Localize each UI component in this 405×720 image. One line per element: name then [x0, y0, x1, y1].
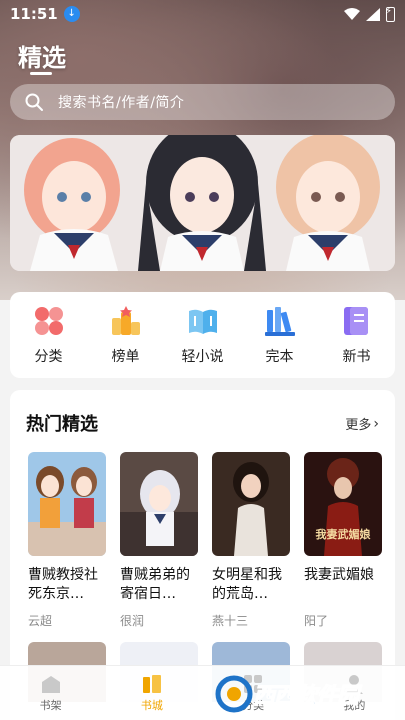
book-cover[interactable]: [28, 452, 106, 556]
book-author: 云超: [28, 614, 53, 628]
book-title: 曹贼弟弟的寄宿日…: [120, 567, 190, 602]
book-item[interactable]: 曹贼弟弟的寄宿日… 很润: [120, 452, 198, 629]
wifi-icon: [344, 8, 360, 20]
more-label: 更多: [345, 418, 372, 433]
book-author: 阳了: [304, 614, 329, 628]
open-book-icon: [188, 309, 217, 334]
book-item[interactable]: 女明星和我的荒岛… 燕十三: [212, 452, 290, 629]
page-title[interactable]: 精选: [18, 38, 66, 73]
tab-label: 书架: [39, 699, 62, 712]
banner-illustration: [10, 135, 395, 271]
more-link[interactable]: 更多 ›: [345, 414, 379, 434]
search-placeholder: 搜索书名/作者/简介: [58, 95, 185, 111]
category-item-completed[interactable]: 完本: [245, 304, 315, 366]
category-item-classify[interactable]: 分类: [14, 304, 84, 366]
book-cover[interactable]: 我妻武媚娘: [304, 452, 382, 556]
book-cover[interactable]: [120, 452, 198, 556]
search-icon: [25, 93, 43, 111]
search-input[interactable]: 搜索书名/作者/简介: [10, 84, 395, 120]
ranking-icon: [111, 306, 140, 335]
book-item[interactable]: 我妻武媚娘 我妻武媚娘 阳了: [304, 452, 382, 629]
books-icon: [264, 307, 295, 336]
tab-bookshelf[interactable]: 书架: [21, 673, 81, 713]
download-icon: ↓: [63, 6, 80, 22]
status-icons: [344, 6, 395, 22]
book-cover[interactable]: [212, 452, 290, 556]
chevron-right-icon: ›: [373, 415, 379, 432]
signal-icon: [366, 7, 380, 21]
book-title: 我妻武媚娘: [304, 567, 374, 583]
book-author: 燕十三: [212, 614, 249, 628]
tab-label: 书城: [140, 699, 163, 712]
category-label: 轻小说: [181, 349, 224, 365]
category-item-new[interactable]: 新书: [322, 304, 392, 366]
status-time: 11:51: [10, 5, 58, 23]
category-label: 新书: [342, 349, 371, 365]
title-underline: [30, 72, 52, 75]
watermark-logo-icon: [215, 675, 253, 713]
book-author: 很润: [120, 614, 145, 628]
category-item-ranking[interactable]: 榜单: [91, 304, 161, 366]
watermark-text: 西西软件园: [252, 684, 359, 710]
battery-icon: [385, 6, 395, 22]
bookstore-icon: [142, 675, 161, 693]
book-grid: 曹贼教授社死东京… 云超 曹贼弟弟的寄宿日… 很润 女明星和我的荒岛… 燕十三 …: [28, 452, 388, 629]
category-label: 榜单: [111, 349, 140, 365]
grid-icon: [34, 307, 63, 335]
book-title: 曹贼教授社死东京…: [28, 567, 98, 602]
book-title: 女明星和我的荒岛…: [212, 567, 282, 602]
banner-girl-left: [24, 138, 120, 271]
status-bar: 11:51 ↓: [0, 0, 405, 28]
watermark: 西西软件园: [215, 672, 395, 716]
section-title: 热门精选: [26, 414, 98, 435]
tab-bookstore[interactable]: 书城: [122, 673, 182, 713]
promo-banner[interactable]: [10, 135, 395, 271]
book-item[interactable]: 曹贼教授社死东京… 云超: [28, 452, 106, 629]
cover-title: 我妻武媚娘: [316, 527, 371, 541]
category-menu: 分类 榜单 轻小说 完本 新书: [10, 292, 395, 378]
category-label: 完本: [265, 349, 294, 365]
new-book-icon: [343, 307, 368, 335]
bookshelf-icon: [41, 676, 60, 693]
category-item-light-novel[interactable]: 轻小说: [168, 304, 238, 366]
banner-girl-right: [276, 135, 380, 271]
category-label: 分类: [34, 349, 63, 365]
